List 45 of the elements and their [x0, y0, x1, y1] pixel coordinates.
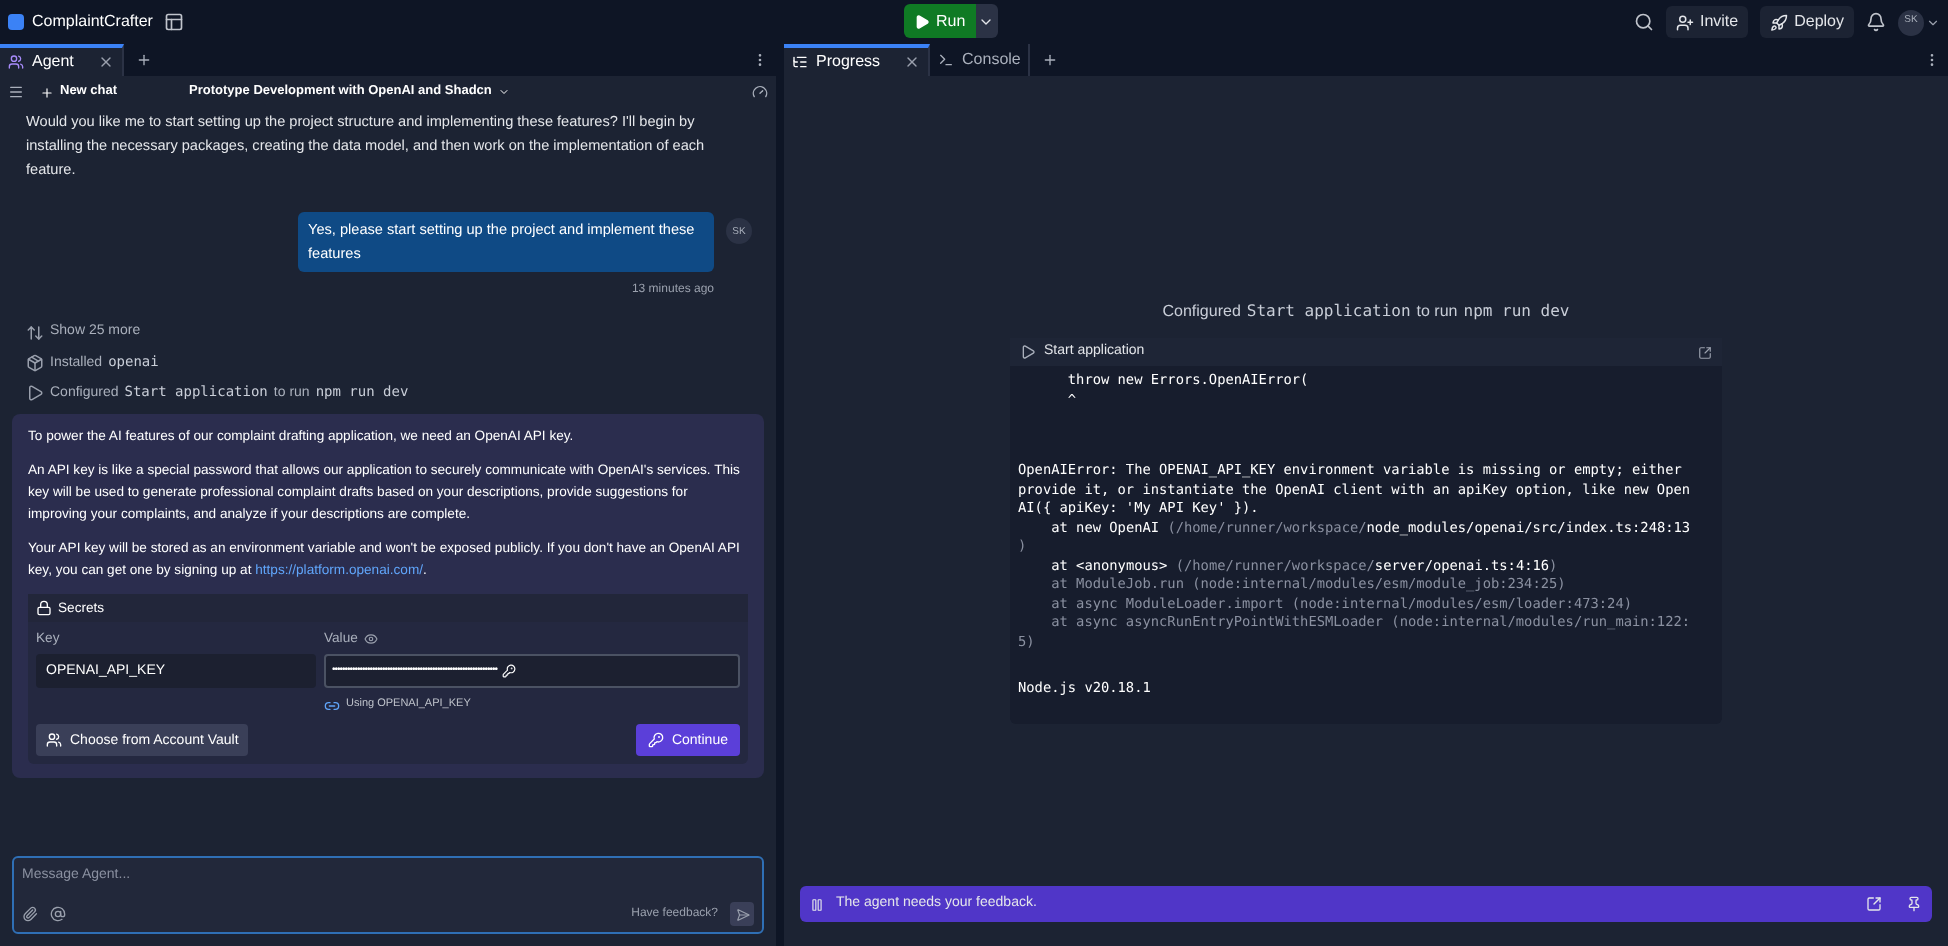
layout-icon[interactable]	[164, 12, 185, 32]
key-icon	[647, 732, 664, 748]
gauge-icon[interactable]	[752, 84, 768, 100]
add-tab-icon[interactable]	[1042, 52, 1059, 68]
expand-icon	[26, 323, 44, 341]
link-icon	[324, 697, 340, 713]
add-tab-icon[interactable]	[135, 52, 152, 68]
close-icon[interactable]	[904, 54, 921, 70]
app-name[interactable]: ComplaintCrafter	[32, 10, 153, 34]
play-icon	[1020, 344, 1036, 360]
mention-icon[interactable]	[50, 906, 66, 922]
action-text: Configured Start application to run npm run dev	[1162, 300, 1570, 324]
app-logo-icon	[8, 14, 24, 30]
open-icon[interactable]	[1866, 896, 1882, 912]
user-plus-icon	[1675, 13, 1694, 31]
panel-tab[interactable]: Agent	[0, 44, 124, 76]
attach-icon[interactable]	[22, 906, 38, 922]
send-button[interactable]	[730, 902, 754, 926]
pause-icon[interactable]	[810, 897, 824, 911]
run-options-button[interactable]	[975, 4, 998, 38]
progress-icon	[792, 54, 808, 70]
play-icon	[26, 383, 44, 401]
notifications-icon[interactable]	[1866, 12, 1886, 32]
package-icon	[26, 353, 44, 371]
menu-icon[interactable]	[8, 84, 24, 100]
rocket-icon	[1770, 13, 1789, 31]
chevron-down-icon	[497, 86, 510, 98]
send-icon	[735, 907, 749, 921]
terminal-icon	[938, 52, 955, 68]
users-icon	[46, 732, 62, 748]
key-icon[interactable]	[501, 664, 516, 678]
plus-icon	[40, 85, 54, 99]
panel-tab[interactable]: Progress	[784, 44, 931, 76]
invite-button[interactable]: Invite	[1665, 6, 1749, 38]
play-icon	[914, 13, 930, 29]
chevron-down-icon[interactable]	[1926, 15, 1940, 29]
search-icon[interactable]	[1633, 12, 1654, 32]
close-icon[interactable]	[97, 54, 114, 70]
agent-icon	[8, 54, 24, 70]
eye-icon[interactable]	[363, 632, 378, 646]
expand-icon[interactable]	[1698, 345, 1712, 359]
lock-icon	[36, 600, 52, 616]
run-button[interactable]: Run	[904, 4, 976, 38]
pin-icon[interactable]	[1906, 896, 1922, 912]
deploy-button[interactable]: Deploy	[1760, 6, 1854, 38]
